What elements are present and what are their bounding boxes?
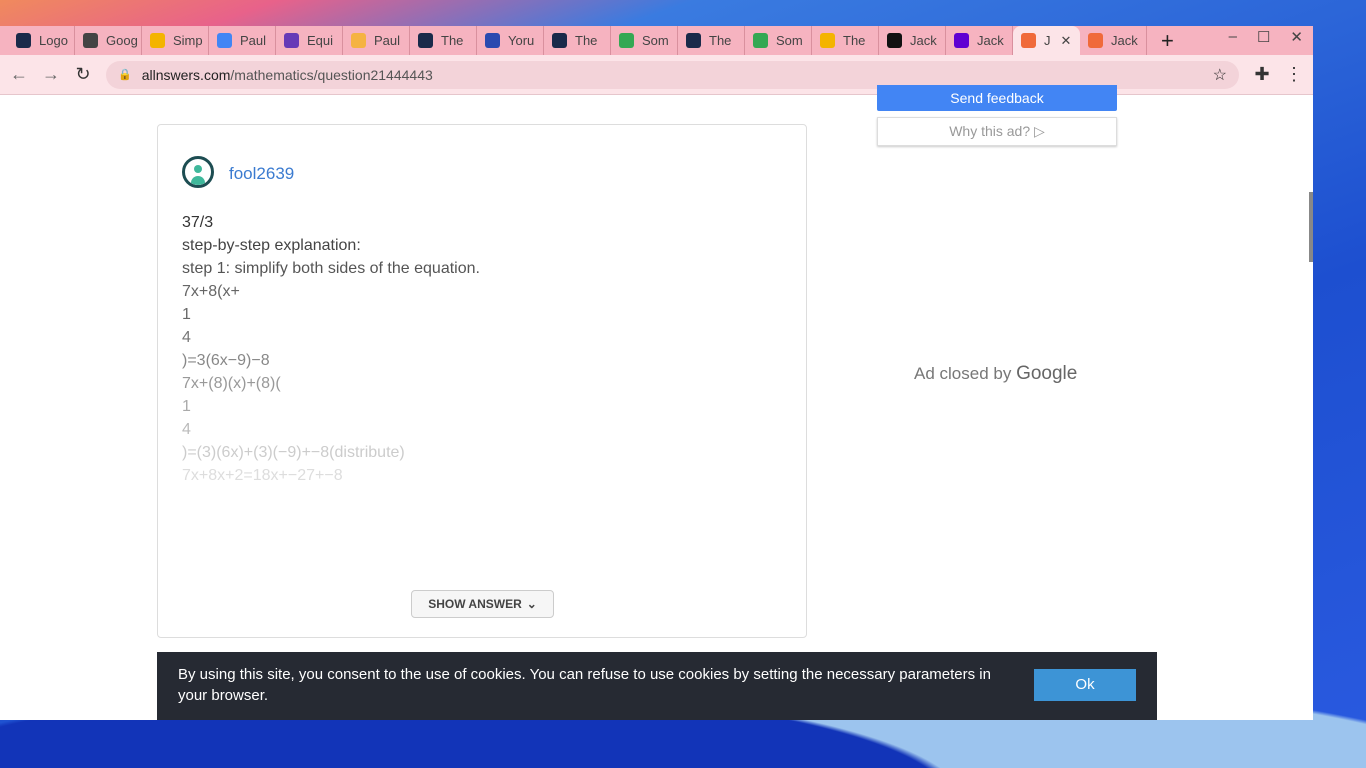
tab-label: Equi	[307, 33, 334, 48]
tab-label: Paul	[374, 33, 401, 48]
answer-line: 7x+8x+2=18x+−27+−8	[182, 467, 343, 484]
tab[interactable]: Simp	[142, 26, 209, 55]
close-tab-icon[interactable]: ✕	[1061, 33, 1072, 49]
new-tab-button[interactable]: +	[1161, 28, 1174, 54]
forward-icon[interactable]: →	[42, 64, 60, 85]
tab[interactable]: Paul	[343, 26, 410, 55]
ad-closed-notice: Ad closed by Google	[914, 363, 1077, 385]
close-window-button[interactable]: ✕	[1290, 28, 1303, 46]
answer-line: step 1: simplify both sides of the equat…	[182, 260, 480, 277]
cookie-text: By using this site, you consent to the u…	[178, 666, 991, 704]
answer-line: 7x+(8)(x)+(8)(	[182, 375, 281, 392]
cookie-ok-button[interactable]: Ok	[1034, 669, 1136, 701]
answer-text: 37/3 step-by-step explanation: step 1: sim…	[182, 211, 480, 487]
tab[interactable]: Goog	[75, 26, 142, 55]
ad-closed-text: Ad closed by	[914, 364, 1012, 383]
show-answer-label: SHOW ANSWER	[428, 597, 522, 611]
tab-label: The	[441, 33, 464, 48]
tab[interactable]: Jack	[1080, 26, 1147, 55]
answer-line: 4	[182, 329, 191, 346]
favicon-icon	[1088, 33, 1103, 48]
cookie-banner: By using this site, you consent to the u…	[157, 652, 1157, 720]
tab[interactable]: The	[544, 26, 611, 55]
tab-label: The	[709, 33, 732, 48]
url-host: allnswers.com	[141, 66, 231, 83]
bookmark-star-icon[interactable]: ☆	[1213, 65, 1227, 85]
tab-label: Yoru	[508, 33, 535, 48]
why-this-ad-button[interactable]: Why this ad? ▷	[877, 117, 1117, 146]
tab[interactable]: Equi	[276, 26, 343, 55]
page: fool2639 37/3 step-by-step explanation: st…	[0, 85, 1313, 720]
tab[interactable]: The	[410, 26, 477, 55]
tab-label: Jack	[1111, 33, 1138, 48]
chevron-down-icon: ⌄	[526, 597, 537, 611]
favicon-icon	[418, 33, 433, 48]
send-feedback-button[interactable]: Send feedback	[877, 85, 1117, 111]
tab[interactable]: J ✕	[1013, 26, 1080, 55]
tab-label: The	[843, 33, 866, 48]
answer-line: 1	[182, 398, 191, 415]
tab-label: Jack	[910, 33, 937, 48]
browser-window: Logo Goog Simp Paul Equi Paul The Yoru The Som The…	[0, 26, 1313, 720]
favicon-icon	[820, 33, 835, 48]
favicon-icon	[217, 33, 232, 48]
tab-label: Jack	[977, 33, 1004, 48]
scrollbar[interactable]	[1309, 192, 1313, 262]
favicon-icon	[351, 33, 366, 48]
answer-line: )=3(6x−9)−8	[182, 352, 270, 369]
menu-icon[interactable]: ⋮	[1285, 64, 1303, 85]
favicon-icon	[1021, 33, 1036, 48]
tab[interactable]: Som	[611, 26, 678, 55]
answer-line: )=(3)(6x)+(3)(−9)+−8(distribute)	[182, 444, 405, 461]
answer-line: 4	[182, 421, 191, 438]
tab-label: Som	[642, 33, 669, 48]
tab-label: Simp	[173, 33, 203, 48]
tab-strip: Logo Goog Simp Paul Equi Paul The Yoru The Som The…	[0, 26, 1313, 55]
avatar	[182, 156, 214, 188]
tab-label: J	[1044, 33, 1051, 48]
reload-icon[interactable]: ↻	[74, 64, 92, 85]
back-icon[interactable]: ←	[10, 64, 28, 85]
favicon-icon	[552, 33, 567, 48]
favicon-icon	[887, 33, 902, 48]
favicon-icon	[485, 33, 500, 48]
tab[interactable]: Paul	[209, 26, 276, 55]
favicon-icon	[619, 33, 634, 48]
maximize-button[interactable]: ☐	[1257, 28, 1270, 46]
tab[interactable]: Jack	[946, 26, 1013, 55]
minimize-button[interactable]: –	[1229, 28, 1237, 46]
tab[interactable]: Logo	[8, 26, 75, 55]
favicon-icon	[954, 33, 969, 48]
tab[interactable]: The	[812, 26, 879, 55]
lock-icon: 🔒	[118, 69, 132, 81]
favicon-icon	[686, 33, 701, 48]
answer-line: step-by-step explanation:	[182, 237, 361, 254]
show-answer-button[interactable]: SHOW ANSWER ⌄	[411, 590, 554, 618]
tab[interactable]: Yoru	[477, 26, 544, 55]
tab[interactable]: Som	[745, 26, 812, 55]
google-logo: Google	[1016, 363, 1078, 384]
favicon-icon	[753, 33, 768, 48]
url-path: /mathematics/question21444443	[230, 66, 433, 83]
favicon-icon	[16, 33, 31, 48]
extensions-icon[interactable]: ✚	[1253, 64, 1271, 85]
favicon-icon	[284, 33, 299, 48]
tab-label: The	[575, 33, 598, 48]
answer-line: 1	[182, 306, 191, 323]
tab-label: Som	[776, 33, 803, 48]
favicon-icon	[83, 33, 98, 48]
answer-card: fool2639 37/3 step-by-step explanation: st…	[157, 124, 807, 638]
tab-label: Paul	[240, 33, 267, 48]
answer-line: 7x+8(x+	[182, 283, 240, 300]
answer-line: 37/3	[182, 214, 214, 231]
favicon-icon	[150, 33, 165, 48]
tab[interactable]: Jack	[879, 26, 946, 55]
username-link[interactable]: fool2639	[229, 164, 294, 184]
tab-label: Goog	[106, 33, 138, 48]
tab-label: Logo	[39, 33, 68, 48]
tab[interactable]: The	[678, 26, 745, 55]
